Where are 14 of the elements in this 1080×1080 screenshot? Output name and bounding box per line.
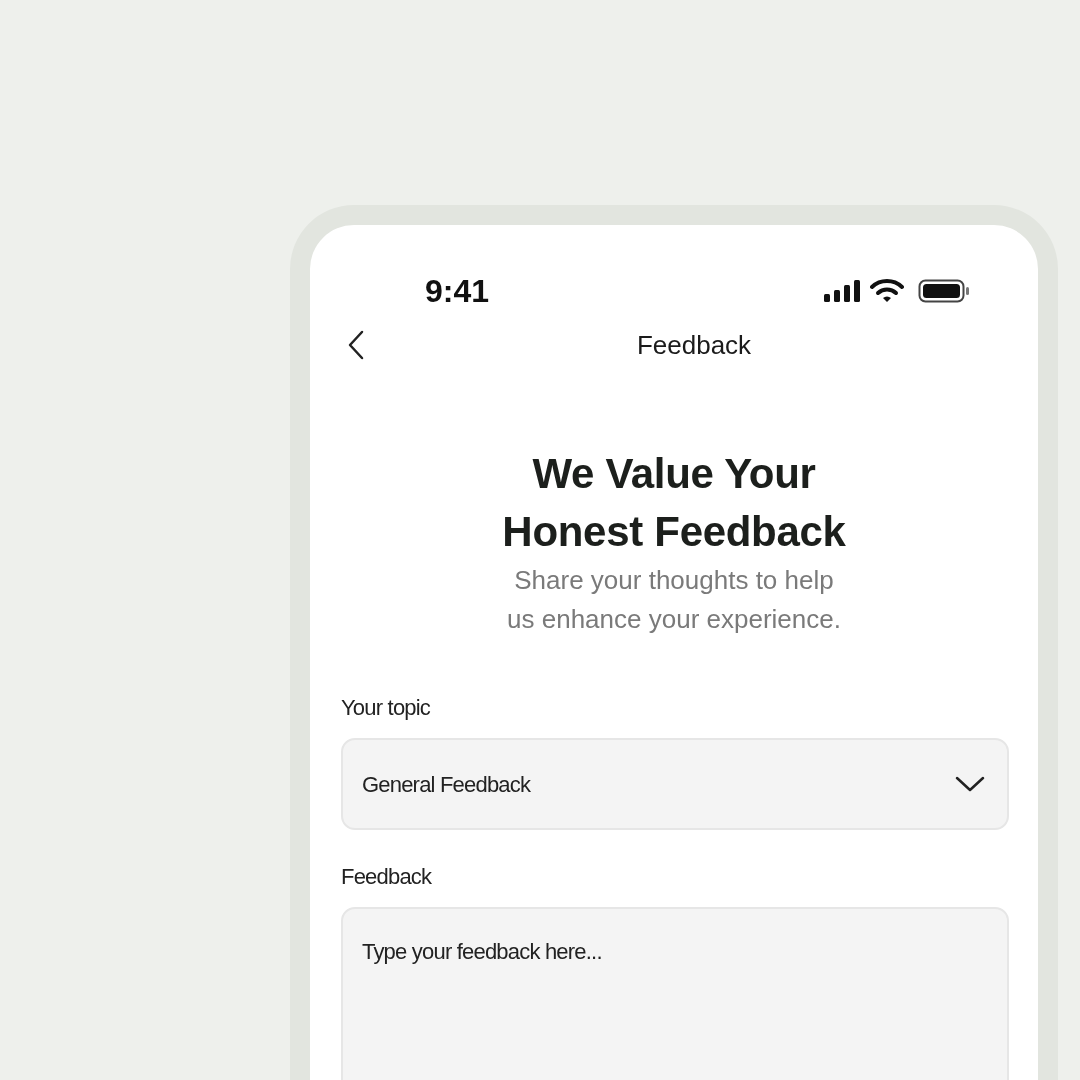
battery-icon [918, 279, 970, 303]
feedback-input-field[interactable]: Type your feedback here... [341, 907, 1009, 1080]
subtitle: Share your thoughts to help us enhance your experience. [506, 564, 842, 636]
back-button[interactable] [346, 330, 366, 360]
field-label: Your topic [341, 694, 432, 722]
chevron-left-icon [346, 330, 366, 360]
field-label: Feedback [341, 863, 433, 891]
signal-icon [824, 280, 862, 302]
chevron-down-icon [955, 775, 985, 793]
status-time: 9:41 [425, 275, 490, 307]
screen-title: Feedback [636, 328, 752, 362]
wifi-icon [870, 279, 904, 303]
heading: We Value Your Honest Feedback [501, 449, 847, 557]
topic-dropdown[interactable]: General Feedback [341, 738, 1009, 830]
